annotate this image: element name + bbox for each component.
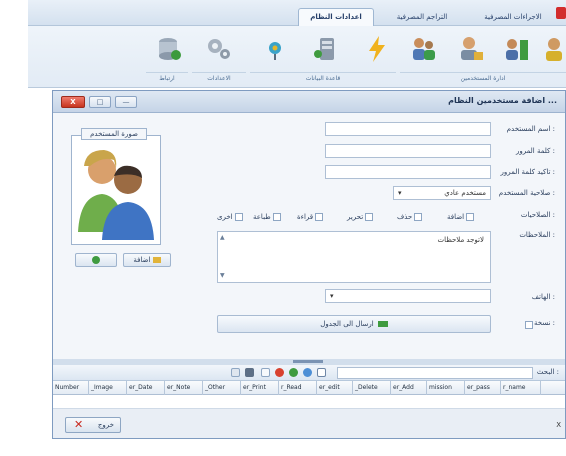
maximize-button[interactable]: □ — [89, 96, 111, 108]
server-icon[interactable] — [312, 34, 342, 64]
privilege-add-checkbox[interactable] — [466, 213, 475, 221]
ribbon: الاجراءات المصرفية التراجم المصرفية اعدا… — [28, 0, 566, 88]
gear-icon[interactable] — [204, 34, 234, 64]
grid-column-print[interactable]: er_Print — [241, 381, 279, 395]
group-label-settings: الاعدادات — [192, 72, 246, 84]
clear-photo-icon — [92, 256, 100, 264]
privilege-other[interactable]: اخرى — [217, 211, 243, 223]
privilege-edit-checkbox[interactable] — [365, 213, 374, 221]
send-to-table-button[interactable]: ارسال الى الجدول — [217, 315, 491, 333]
privilege-print[interactable]: طباعة — [253, 211, 281, 223]
grid-column-read[interactable]: r_Read — [279, 381, 317, 395]
username-label: اسم المستخدم : — [506, 125, 555, 133]
phone-input[interactable]: ▾ — [325, 289, 491, 303]
close-button[interactable]: X — [61, 96, 85, 108]
exit-button[interactable]: ✕ خروج — [65, 417, 121, 433]
document-icon[interactable] — [231, 368, 240, 377]
privilege-edit[interactable]: تحرير — [347, 211, 374, 223]
grid-toolbar: البحث : — [53, 365, 565, 381]
add-photo-button[interactable]: اضافة — [123, 253, 171, 267]
group-label-link: ارتباط — [146, 72, 188, 84]
privilege-read[interactable]: قراءة — [297, 211, 324, 223]
password-label: كلمة المرور : — [515, 147, 555, 155]
grid-column-add[interactable]: er_Add — [391, 381, 427, 395]
chevron-down-icon: ▾ — [398, 189, 402, 197]
notes-text: لاتوجد ملاحظات — [437, 236, 484, 244]
user-avatar-icon — [78, 150, 154, 240]
privilege-delete[interactable]: حذف — [397, 211, 423, 223]
permission-label: صلاحية المستخدم : — [498, 189, 555, 197]
refresh-icon[interactable] — [303, 368, 312, 377]
grid-column-edit[interactable]: er_edit — [317, 381, 353, 395]
search-input[interactable] — [337, 367, 533, 379]
lightning-icon[interactable] — [362, 34, 392, 64]
footer-marker: X — [556, 421, 561, 429]
notes-label: الملاحظات : — [519, 231, 555, 239]
window-title: اضافة مستخدمين النظام ... — [448, 96, 557, 105]
delete-icon[interactable] — [275, 368, 284, 377]
user-settings-icon[interactable] — [540, 34, 566, 64]
grid-column-date[interactable]: er_Date — [127, 381, 165, 395]
chevron-down-icon: ▾ — [330, 292, 334, 300]
user-lock-icon[interactable] — [456, 34, 486, 64]
scroll-down-icon[interactable]: ▼ — [220, 272, 225, 279]
privileges-label: الصلاحيات : — [520, 211, 555, 219]
permission-select-value: مستخدم عادي — [444, 189, 486, 197]
group-label-user-management: ادارة المستخدمين — [400, 72, 566, 84]
arrow-icon — [377, 321, 388, 327]
search-label: البحث : — [536, 368, 559, 376]
user-photo-caption: صورة المستخدم — [81, 128, 147, 140]
copy-label: نسخة : — [533, 319, 555, 327]
exit-icon: ✕ — [74, 418, 84, 431]
confirm-password-input[interactable] — [325, 165, 491, 179]
add-user-window: اضافة مستخدمين النظام ... — □ X اسم المس… — [52, 90, 566, 439]
username-input[interactable] — [325, 122, 491, 136]
print-icon[interactable] — [245, 368, 254, 377]
notes-textarea[interactable]: لاتوجد ملاحظات ▲ ▼ — [217, 231, 491, 283]
clear-photo-button[interactable] — [75, 253, 117, 267]
privilege-read-checkbox[interactable] — [315, 213, 324, 221]
user-photo-frame — [71, 135, 161, 245]
users-icon[interactable] — [408, 34, 438, 64]
ribbon-tabbar: الاجراءات المصرفية التراجم المصرفية اعدا… — [28, 0, 566, 26]
group-label-database: قاعدة البيانات — [250, 72, 396, 84]
user-group-icon[interactable] — [502, 34, 532, 64]
folder-icon — [152, 257, 161, 263]
user-form: اسم المستخدم : كلمة المرور : تاكيد كلمة … — [53, 113, 565, 359]
add-icon[interactable] — [289, 368, 298, 377]
grid-column-note[interactable]: er_Note — [165, 381, 203, 395]
grid-column-permission[interactable]: mission — [427, 381, 465, 395]
permission-select[interactable]: ▾ مستخدم عادي — [393, 186, 491, 200]
scroll-up-icon[interactable]: ▲ — [220, 234, 225, 241]
privilege-add[interactable]: اضافة — [447, 211, 475, 223]
password-input[interactable] — [325, 144, 491, 158]
database-icon[interactable] — [154, 34, 184, 64]
tab-banking-procedures[interactable]: الاجراءات المصرفية — [472, 8, 554, 26]
grid-column-name[interactable]: r_name — [501, 381, 541, 395]
window-titlebar: اضافة مستخدمين النظام ... — □ X — [53, 91, 565, 113]
tab-banking-translations[interactable]: التراجم المصرفية — [380, 8, 464, 26]
grid-icon[interactable] — [317, 368, 326, 377]
confirm-password-label: تاكيد كلمة المرور : — [500, 168, 555, 176]
minimize-button[interactable]: — — [115, 96, 137, 108]
tab-system-settings[interactable]: اعدادات النظام — [298, 8, 374, 26]
privilege-print-checkbox[interactable] — [272, 213, 281, 221]
grid-column-pass[interactable]: er_pass — [465, 381, 501, 395]
grid-column-image[interactable]: _Image — [89, 381, 127, 395]
page-icon[interactable] — [261, 368, 270, 377]
users-grid-header: Number _Image er_Date er_Note _Other er_… — [53, 381, 565, 395]
grid-column-delete[interactable]: _Delete — [353, 381, 391, 395]
app-menu-icon[interactable] — [556, 7, 566, 19]
privilege-other-checkbox[interactable] — [234, 213, 243, 221]
splitter-grip-icon[interactable] — [293, 360, 323, 363]
privilege-delete-checkbox[interactable] — [414, 213, 423, 221]
grid-column-number[interactable]: Number — [53, 381, 89, 395]
phone-label: الهاتف : — [531, 293, 555, 301]
users-grid-body[interactable] — [53, 395, 565, 409]
copy-checkbox[interactable] — [525, 321, 533, 329]
network-icon[interactable] — [260, 34, 290, 64]
window-footer: ✕ خروج X — [53, 409, 565, 438]
grid-column-other[interactable]: _Other — [203, 381, 241, 395]
ribbon-groups: ادارة المستخدمين قاعدة البيانات الاعدادا… — [28, 28, 566, 86]
